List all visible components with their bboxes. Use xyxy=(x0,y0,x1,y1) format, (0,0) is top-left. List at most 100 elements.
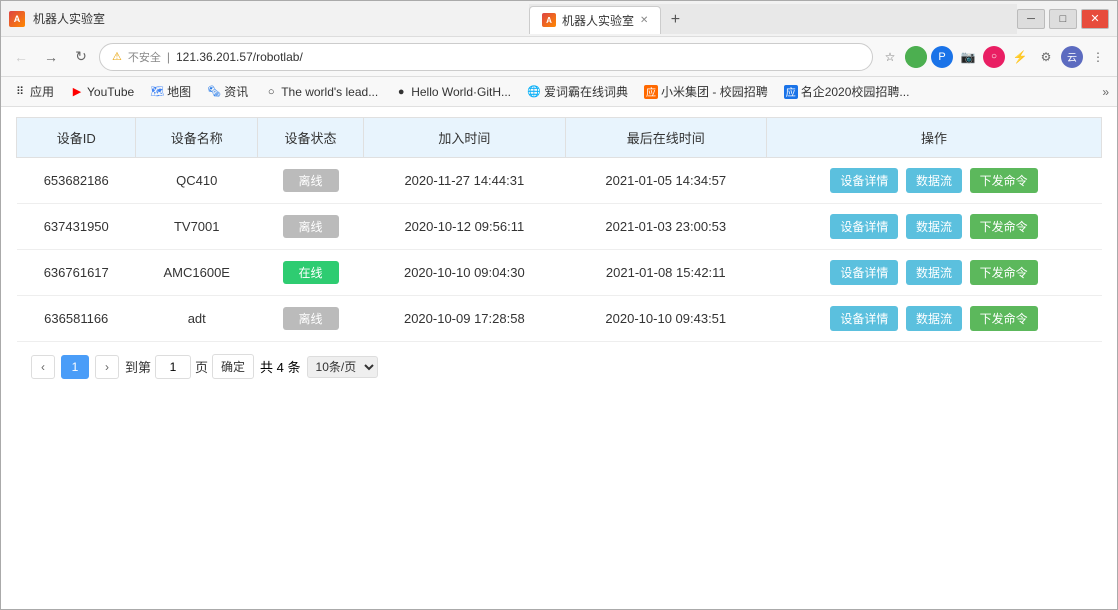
bookmark-youtube[interactable]: ▶ YouTube xyxy=(66,83,138,101)
apps-icon: ⠿ xyxy=(13,85,27,99)
forward-button[interactable]: → xyxy=(39,45,63,69)
bookmark-news-label: 资讯 xyxy=(224,83,248,100)
cell-actions: 设备详情 数据流 下发命令 xyxy=(767,296,1102,342)
page-input[interactable] xyxy=(155,355,191,379)
bookmark-maps-label: 地图 xyxy=(167,83,191,100)
bookmarks-more-button[interactable]: » xyxy=(1102,85,1109,99)
more-icon[interactable]: ⋮ xyxy=(1087,46,1109,68)
status-badge: 离线 xyxy=(283,307,339,330)
cell-actions: 设备详情 数据流 下发命令 xyxy=(767,250,1102,296)
address-box[interactable]: ⚠ 不安全 | 121.36.201.57/robotlab/ xyxy=(99,43,873,71)
bookmark-xiaomi[interactable]: 应 小米集团 - 校园招聘 xyxy=(640,81,772,102)
col-header-id: 设备ID xyxy=(17,118,136,158)
cell-join-time: 2020-10-10 09:04:30 xyxy=(364,250,565,296)
detail-button[interactable]: 设备详情 xyxy=(830,260,898,285)
detail-button[interactable]: 设备详情 xyxy=(830,214,898,239)
page-size-select[interactable]: 10条/页 20条/页 50条/页 xyxy=(307,356,378,378)
back-button[interactable]: ← xyxy=(9,45,33,69)
cell-device-id: 636581166 xyxy=(17,296,136,342)
bookmark-youtube-label: YouTube xyxy=(87,85,134,99)
command-button[interactable]: 下发命令 xyxy=(970,168,1038,193)
cell-device-name: AMC1600E xyxy=(136,250,258,296)
news-icon: 🗞 xyxy=(207,85,221,99)
cell-last-online: 2021-01-08 15:42:11 xyxy=(565,250,766,296)
bookmark-news[interactable]: 🗞 资讯 xyxy=(203,81,252,102)
tab-close-button[interactable]: ✕ xyxy=(640,15,648,26)
cell-device-name: TV7001 xyxy=(136,204,258,250)
current-page[interactable]: 1 xyxy=(61,355,89,379)
main-content: 设备ID 设备名称 设备状态 加入时间 最后在线时间 操作 653682186 … xyxy=(1,107,1117,609)
titlebar: A 机器人实验室 A 机器人实验室 ✕ + ─ □ ✕ xyxy=(1,1,1117,37)
cell-join-time: 2020-11-27 14:44:31 xyxy=(364,158,565,204)
cell-device-status: 离线 xyxy=(258,158,364,204)
cell-device-name: QC410 xyxy=(136,158,258,204)
app-icon: A xyxy=(9,11,25,27)
addressbar: ← → ↻ ⚠ 不安全 | 121.36.201.57/robotlab/ ☆ … xyxy=(1,37,1117,77)
table-body: 653682186 QC410 离线 2020-11-27 14:44:31 2… xyxy=(17,158,1102,342)
toolbar-icons: ☆ P 📷 ○ ⚡ ⚙ 云 ⋮ xyxy=(879,46,1109,68)
table-header: 设备ID 设备名称 设备状态 加入时间 最后在线时间 操作 xyxy=(17,118,1102,158)
profile-icon[interactable]: P xyxy=(931,46,953,68)
device-table: 设备ID 设备名称 设备状态 加入时间 最后在线时间 操作 653682186 … xyxy=(16,117,1102,342)
detail-button[interactable]: 设备详情 xyxy=(830,306,898,331)
prev-page-button[interactable]: ‹ xyxy=(31,355,55,379)
close-button[interactable]: ✕ xyxy=(1081,9,1109,29)
cell-device-status: 在线 xyxy=(258,250,364,296)
cell-device-id: 637431950 xyxy=(17,204,136,250)
bookmark-helloworld-label: Hello World·GitH... xyxy=(411,85,511,99)
cell-last-online: 2021-01-03 23:00:53 xyxy=(565,204,766,250)
new-tab-button[interactable]: + xyxy=(661,6,689,34)
bookmark-ciyun[interactable]: 🌐 爱词霸在线词典 xyxy=(523,81,632,102)
command-button[interactable]: 下发命令 xyxy=(970,306,1038,331)
data-button[interactable]: 数据流 xyxy=(906,306,962,331)
page-label: 页 xyxy=(195,357,208,376)
status-badge: 离线 xyxy=(283,215,339,238)
pagination: ‹ 1 › 到第 页 确定 共 4 条 10条/页 20条/页 50条/页 xyxy=(16,342,1102,391)
enterprises-icon: 应 xyxy=(784,85,798,99)
helloworld-icon: ● xyxy=(394,85,408,99)
next-page-button[interactable]: › xyxy=(95,355,119,379)
data-button[interactable]: 数据流 xyxy=(906,260,962,285)
bookmark-enterprises-label: 名企2020校园招聘... xyxy=(801,83,910,100)
cell-device-id: 653682186 xyxy=(17,158,136,204)
settings-icon[interactable]: ⚙ xyxy=(1035,46,1057,68)
cell-actions: 设备详情 数据流 下发命令 xyxy=(767,158,1102,204)
cell-join-time: 2020-10-12 09:56:11 xyxy=(364,204,565,250)
command-button[interactable]: 下发命令 xyxy=(970,214,1038,239)
camera-icon[interactable]: 📷 xyxy=(957,46,979,68)
browser-window: A 机器人实验室 A 机器人实验室 ✕ + ─ □ ✕ ← → ↻ ⚠ xyxy=(0,0,1118,610)
col-header-join-time: 加入时间 xyxy=(364,118,565,158)
command-button[interactable]: 下发命令 xyxy=(970,260,1038,285)
bookmark-enterprises[interactable]: 应 名企2020校园招聘... xyxy=(780,81,914,102)
status-badge: 在线 xyxy=(283,261,339,284)
data-button[interactable]: 数据流 xyxy=(906,168,962,193)
table-row: 636761617 AMC1600E 在线 2020-10-10 09:04:3… xyxy=(17,250,1102,296)
window-controls: ─ □ ✕ xyxy=(1017,9,1109,29)
cell-last-online: 2021-01-05 14:34:57 xyxy=(565,158,766,204)
goto-confirm-button[interactable]: 确定 xyxy=(212,354,254,379)
col-header-status: 设备状态 xyxy=(258,118,364,158)
minimize-button[interactable]: ─ xyxy=(1017,9,1045,29)
detail-button[interactable]: 设备详情 xyxy=(830,168,898,193)
page-total: 共 4 条 xyxy=(260,357,300,376)
status-badge: 离线 xyxy=(283,169,339,192)
browser-tab[interactable]: A 机器人实验室 ✕ xyxy=(529,6,661,34)
bookmark-helloworld[interactable]: ● Hello World·GitH... xyxy=(390,83,515,101)
user-icon2[interactable]: ○ xyxy=(983,46,1005,68)
maximize-button[interactable]: □ xyxy=(1049,9,1077,29)
bookmark-worlds-label: The world's lead... xyxy=(281,85,378,99)
extension-icon[interactable]: ⚡ xyxy=(1009,46,1031,68)
globe-icon[interactable] xyxy=(905,46,927,68)
avatar-icon[interactable]: 云 xyxy=(1061,46,1083,68)
refresh-button[interactable]: ↻ xyxy=(69,45,93,69)
bookmark-worlds[interactable]: ○ The world's lead... xyxy=(260,83,382,101)
goto-label: 到第 xyxy=(125,357,151,376)
star-icon[interactable]: ☆ xyxy=(879,46,901,68)
bookmark-apps-label: 应用 xyxy=(30,83,54,100)
table-row: 637431950 TV7001 离线 2020-10-12 09:56:11 … xyxy=(17,204,1102,250)
bookmark-apps[interactable]: ⠿ 应用 xyxy=(9,81,58,102)
data-button[interactable]: 数据流 xyxy=(906,214,962,239)
table-row: 636581166 adt 离线 2020-10-09 17:28:58 202… xyxy=(17,296,1102,342)
youtube-icon: ▶ xyxy=(70,85,84,99)
bookmark-maps[interactable]: 🗺 地图 xyxy=(146,81,195,102)
